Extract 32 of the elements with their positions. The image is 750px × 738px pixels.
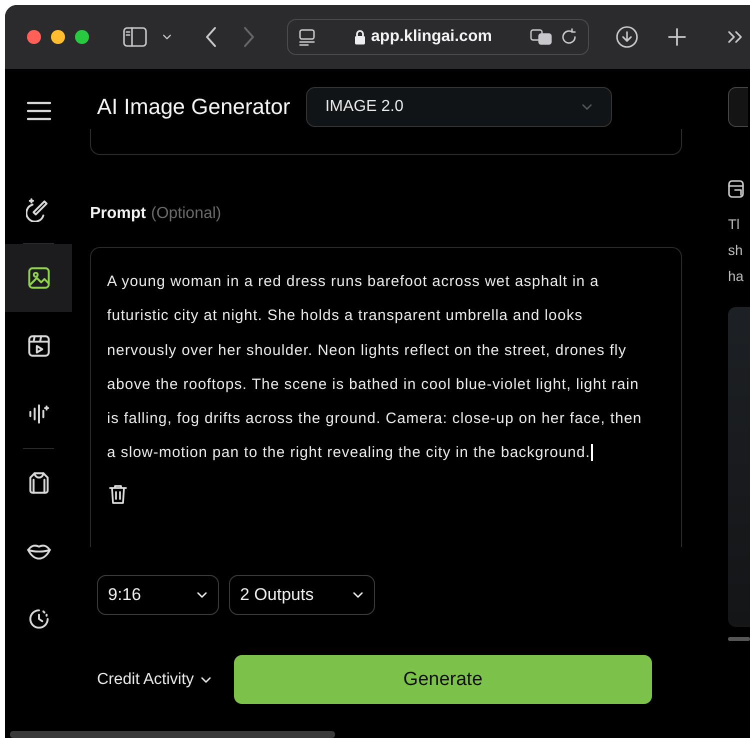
credit-activity-menu[interactable]: Credit Activity xyxy=(97,670,212,688)
forward-icon[interactable] xyxy=(242,26,256,48)
optional-hint: (Optional) xyxy=(151,205,222,223)
menu-icon xyxy=(26,100,52,122)
address-bar[interactable]: app.klingai.com xyxy=(287,19,589,55)
scrollbar xyxy=(728,637,750,641)
panel-icon xyxy=(728,179,744,199)
image-icon xyxy=(26,265,52,291)
video-icon xyxy=(26,333,52,359)
page-menu-icon[interactable] xyxy=(298,28,316,46)
trash-icon[interactable] xyxy=(107,482,129,505)
reload-icon[interactable] xyxy=(560,28,578,46)
sidebar-item[interactable] xyxy=(5,244,72,312)
panel-text: ha xyxy=(728,267,744,286)
generate-button[interactable]: Generate xyxy=(234,655,652,704)
option-dropdown[interactable]: 2 Outputs xyxy=(229,575,375,615)
minimize-window-button[interactable] xyxy=(51,30,65,44)
url-text: app.klingai.com xyxy=(371,28,492,46)
page-title: AI Image Generator xyxy=(97,94,290,120)
panel-text: Tl xyxy=(728,215,740,234)
option-dropdown[interactable]: 9:16 xyxy=(97,575,219,615)
back-icon[interactable] xyxy=(204,26,218,48)
panel-text: sh xyxy=(728,241,743,260)
model-dropdown[interactable]: IMAGE 2.0 xyxy=(306,87,612,127)
maximize-window-button[interactable] xyxy=(75,30,89,44)
lock-icon xyxy=(354,30,366,44)
translate-icon[interactable] xyxy=(530,28,552,46)
prompt-label: Prompt xyxy=(90,205,146,223)
close-window-button[interactable] xyxy=(27,30,41,44)
downloads-icon[interactable] xyxy=(613,23,641,51)
prompt-field[interactable]: A young woman in a red dress runs barefoot across wet asphalt in a futuristic city at night. She holds a transparent umbrella and looks nervously over her shoulder. Neon lights reflect on the street, drones fly above the rooftops. The scene is bathed in cool blue-violet light, light rain is falling, fog drifts across the ground. Camera: close-up on her face, then a slow-motion pan to the right revealing the city in the background. xyxy=(90,247,682,547)
chevron-down-icon xyxy=(162,32,172,42)
